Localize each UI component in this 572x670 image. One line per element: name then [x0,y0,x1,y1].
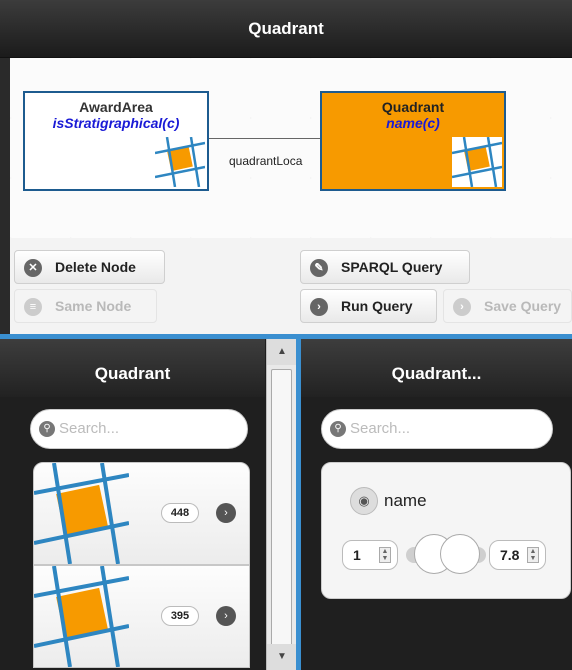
same-node-button[interactable]: ≡ Same Node [14,289,157,323]
range-max-value: 7.8 [500,547,520,563]
graph-toolbar: ✕ Delete Node ≡ Same Node ✎ SPARQL Query… [10,238,572,334]
run-query-button[interactable]: › Run Query [300,289,437,323]
spinner-arrows-icon[interactable]: ▲ ▼ [527,547,539,563]
count-badge: 395 [161,606,199,626]
edit-icon: ✎ [310,259,328,277]
list-item[interactable]: 448 › [33,462,250,565]
save-query-label: Save Query [484,298,562,314]
node-title: Quadrant [381,99,445,115]
delete-node-button[interactable]: ✕ Delete Node [14,250,165,284]
facet-body: ⚲ Search... ◉ name 1 ▲ ▼ 7.8 ▲ ▼ [301,397,572,670]
app-title: Quadrant [0,0,572,58]
facet-panel-title: Quadrant... [301,339,572,397]
run-query-label: Run Query [341,298,413,314]
same-node-label: Same Node [55,298,132,314]
quadrant-thumbnail-icon [155,137,205,187]
delete-node-label: Delete Node [55,259,136,275]
facet-card: ◉ name 1 ▲ ▼ 7.8 ▲ ▼ [321,462,571,599]
facet-search-input[interactable]: ⚲ Search... [321,409,553,449]
search-icon: ⚲ [330,421,346,437]
sparql-query-label: SPARQL Query [341,259,443,275]
node-predicate: isStratigraphical(c) [52,115,180,131]
edge-label[interactable]: quadrantLoca [229,154,303,168]
quadrant-thumbnail-icon [34,566,129,667]
results-scrollbar[interactable]: ▲ ▼ [266,339,297,670]
search-placeholder: Search... [350,420,411,437]
range-slider-max-handle[interactable] [440,534,480,574]
range-min-value: 1 [353,547,361,563]
chevron-right-icon[interactable]: › [216,606,236,626]
search-icon: ⚲ [39,421,55,437]
query-graph-canvas[interactable]: quadrantLoca AwardArea isStratigraphical… [10,58,572,238]
range-max-stepper[interactable]: 7.8 ▲ ▼ [489,540,546,570]
scroll-thumb[interactable] [271,369,292,647]
scroll-up-arrow[interactable]: ▲ [267,339,297,365]
edge-line [209,138,320,139]
chevron-right-icon: › [310,298,328,316]
search-placeholder: Search... [59,420,120,437]
spinner-arrows-icon[interactable]: ▲ ▼ [379,547,391,563]
hide-eye-icon[interactable]: ◉ [350,487,378,515]
scroll-down-arrow[interactable]: ▼ [267,644,297,670]
sparql-query-button[interactable]: ✎ SPARQL Query [300,250,470,284]
list-item[interactable]: 395 › [33,565,250,668]
facet-panel: Quadrant... ⚲ Search... ◉ name 1 ▲ ▼ 7.8 … [296,339,572,670]
node-quadrant[interactable]: Quadrant name(c) [320,91,506,191]
chevron-right-icon: › [453,298,471,316]
quadrant-thumbnail-icon [34,463,129,564]
chevron-right-icon[interactable]: › [216,503,236,523]
results-panel: Quadrant ⚲ Search... 448 › 395 › [0,339,266,670]
results-panel-title: Quadrant [0,339,265,397]
quadrant-thumbnail-icon [452,137,502,187]
range-min-stepper[interactable]: 1 ▲ ▼ [342,540,398,570]
menu-icon: ≡ [24,298,42,316]
node-title: AwardArea [79,99,153,115]
results-list: ⚲ Search... 448 › 395 › [0,397,265,670]
save-query-button[interactable]: › Save Query [443,289,572,323]
results-search-input[interactable]: ⚲ Search... [30,409,248,449]
node-predicate: name(c) [386,115,440,131]
count-badge: 448 [161,503,199,523]
facet-name: name [384,491,427,510]
delete-icon: ✕ [24,259,42,277]
node-awardarea[interactable]: AwardArea isStratigraphical(c) [23,91,209,191]
